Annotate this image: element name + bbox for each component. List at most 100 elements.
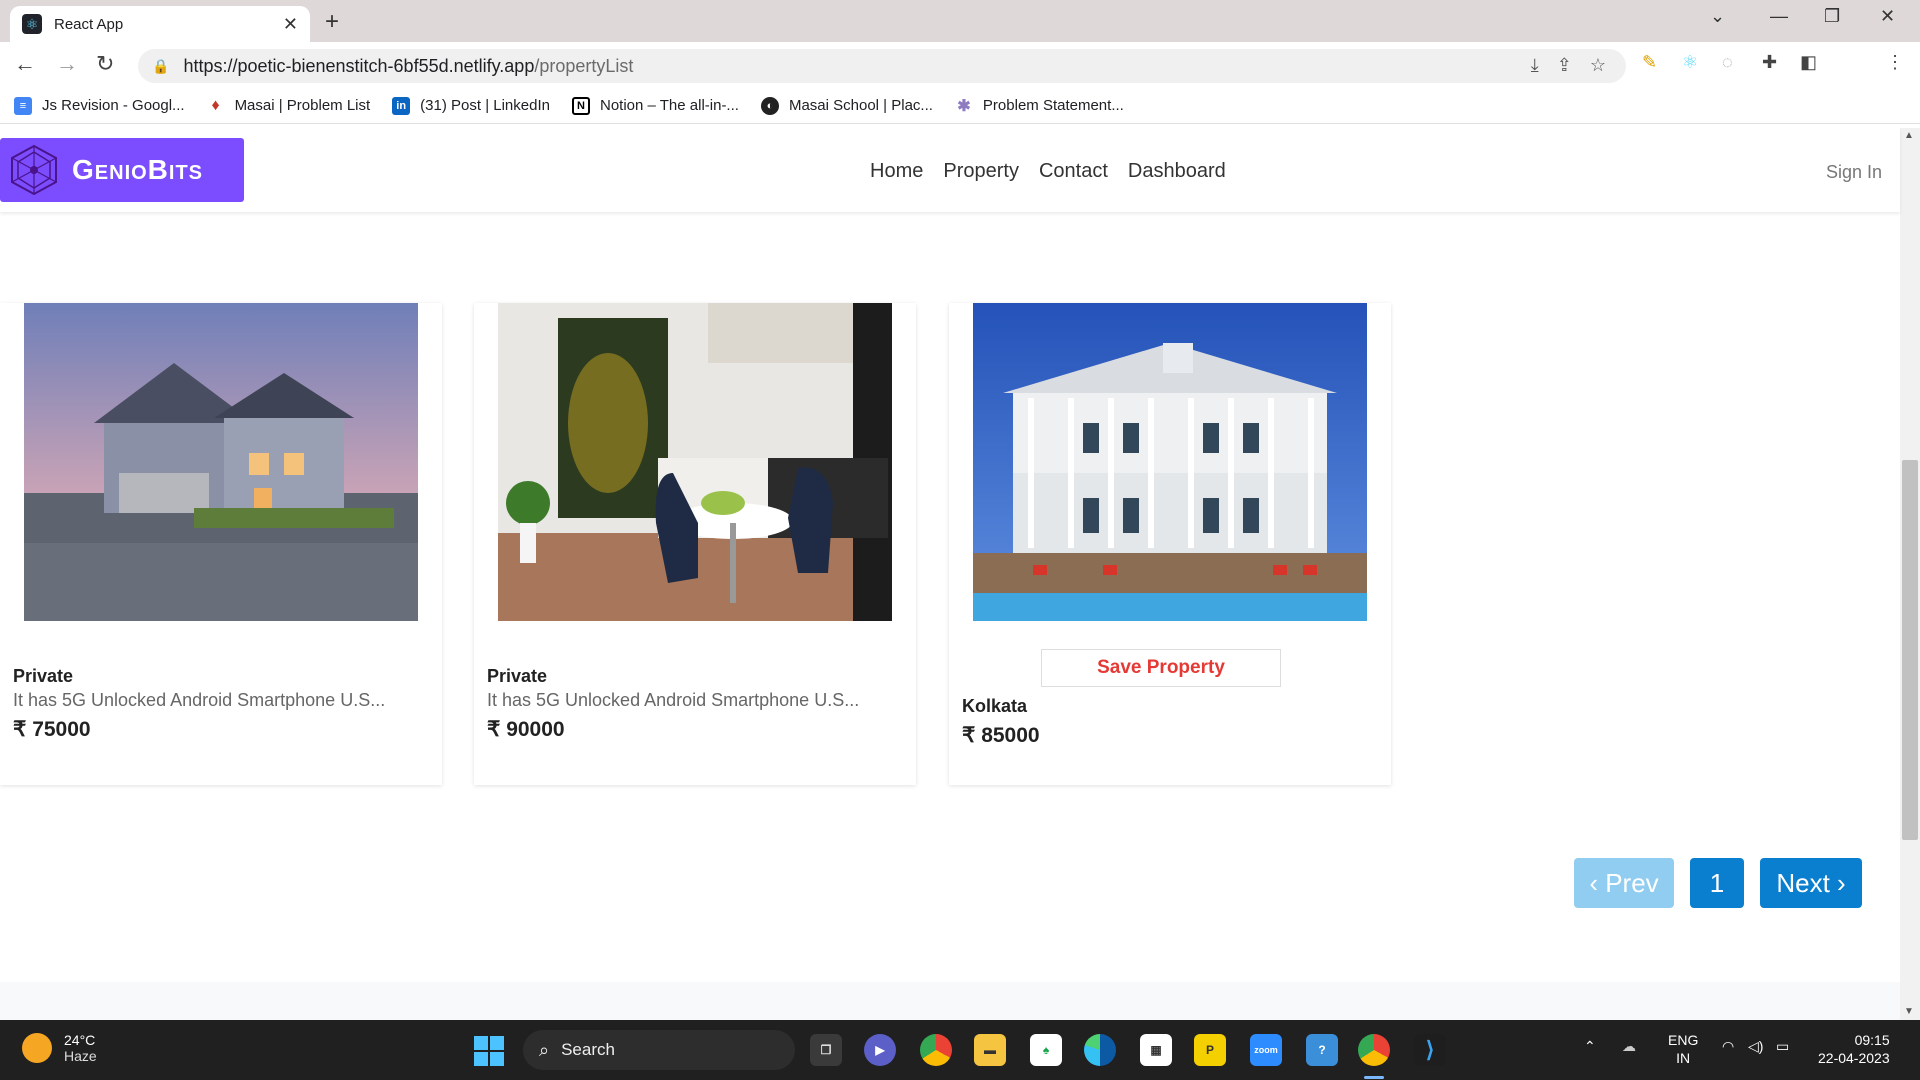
footer-strip — [0, 982, 1900, 1020]
property-card[interactable]: Private It has 5G Unlocked Android Smart… — [474, 303, 916, 785]
nav-home[interactable]: Home — [870, 160, 923, 183]
masai-icon: ♦ — [206, 96, 225, 115]
task-view-icon[interactable]: ❐ — [810, 1034, 842, 1066]
notion-icon: N — [571, 96, 590, 115]
wifi-icon[interactable]: ◠ — [1722, 1038, 1734, 1055]
property-price: ₹ 90000 — [487, 718, 565, 741]
nav-dashboard[interactable]: Dashboard — [1128, 160, 1226, 183]
show-hidden-icons-icon[interactable]: ⌃ — [1584, 1038, 1596, 1055]
active-app-indicator — [1364, 1076, 1384, 1079]
sign-in-link[interactable]: Sign In — [1826, 162, 1882, 183]
edge-icon[interactable] — [1084, 1034, 1116, 1066]
share-icon[interactable]: ⇪ — [1557, 55, 1572, 76]
weather-widget[interactable]: 24°C Haze — [22, 1032, 97, 1064]
browser-tab[interactable]: ⚛ React App ✕ — [10, 6, 310, 42]
extension-circle-icon[interactable]: ◌ — [1722, 52, 1733, 73]
page-viewport: GenioBits Home Property Contact Dashboar… — [0, 128, 1920, 1020]
lock-icon[interactable]: 🔒 — [152, 58, 169, 75]
property-description: It has 5G Unlocked Android Smartphone U.… — [487, 690, 860, 710]
new-tab-button[interactable]: + — [325, 8, 339, 36]
install-app-icon[interactable]: ⤓ — [1531, 55, 1539, 76]
geniobits-logo[interactable]: GenioBits — [0, 138, 244, 202]
linkedin-icon: in — [392, 96, 411, 115]
property-image-mansion[interactable] — [973, 303, 1367, 621]
onedrive-icon[interactable]: ☁ — [1622, 1038, 1636, 1055]
temperature: 24°C — [64, 1032, 96, 1048]
notes-app-icon[interactable]: ♠ — [1030, 1034, 1062, 1066]
back-icon[interactable]: ← — [14, 51, 36, 77]
tab-search-icon[interactable]: ⌄ — [1710, 6, 1725, 27]
tab-title: React App — [54, 15, 124, 33]
windows-start-icon[interactable] — [474, 1036, 504, 1066]
close-window-icon[interactable]: ✕ — [1880, 6, 1895, 27]
property-price: ₹ 85000 — [962, 724, 1040, 747]
bookmark-item[interactable]: ✱ Problem Statement... — [954, 96, 1124, 115]
save-property-button[interactable]: Save Property — [1041, 649, 1281, 687]
postman-like-app-icon[interactable]: P — [1194, 1034, 1226, 1066]
language-indicator[interactable]: ENG IN — [1668, 1031, 1698, 1067]
file-explorer-icon[interactable]: ▬ — [974, 1034, 1006, 1066]
bookmark-item[interactable]: N Notion – The all-in-... — [571, 96, 739, 115]
zoom-icon[interactable]: zoom — [1250, 1034, 1282, 1066]
property-image-house[interactable] — [24, 303, 418, 621]
close-tab-icon[interactable]: ✕ — [283, 14, 298, 35]
property-type: Private — [487, 666, 548, 686]
battery-icon[interactable]: ▭ — [1776, 1038, 1789, 1055]
chrome-icon[interactable] — [920, 1034, 952, 1066]
menu-dots-icon[interactable]: ⋮ — [1886, 52, 1904, 73]
site-header: GenioBits Home Property Contact Dashboar… — [0, 128, 1900, 212]
windows-taskbar: 24°C Haze ⌕ Search ❐ ▶ ▬ ♠ ▦ P zoom ? ⟩ … — [0, 1020, 1920, 1080]
property-location: Kolkata — [962, 696, 1028, 716]
restore-icon[interactable]: ❐ — [1824, 6, 1840, 27]
property-description: It has 5G Unlocked Android Smartphone U.… — [13, 690, 386, 710]
logo-mark-icon — [11, 144, 57, 196]
globe-icon: ◐ — [760, 96, 779, 115]
page-scrollbar[interactable]: ▲ ▼ — [1900, 128, 1920, 1020]
bookmarks-bar: ≡ Js Revision - Googl... ♦ Masai | Problem… — [0, 88, 1920, 124]
logo-text: GenioBits — [72, 154, 204, 185]
address-bar[interactable]: 🔒 https://poetic-bienenstitch-6bf55d.net… — [138, 49, 1626, 83]
bookmark-item[interactable]: ♦ Masai | Problem List — [206, 96, 370, 115]
nav-property[interactable]: Property — [943, 160, 1019, 183]
volume-icon[interactable]: ◁) — [1748, 1038, 1763, 1055]
browser-toolbar: ← → ↻ 🔒 https://poetic-bienenstitch-6bf5… — [0, 42, 1920, 118]
minimize-icon[interactable]: — — [1770, 6, 1788, 27]
search-icon: ⌕ — [539, 1039, 550, 1060]
scroll-down-icon[interactable]: ▼ — [1904, 1006, 1914, 1017]
chrome-active-icon[interactable] — [1358, 1034, 1390, 1066]
scroll-up-icon[interactable]: ▲ — [1904, 130, 1914, 141]
forward-icon[interactable]: → — [56, 51, 78, 77]
prev-page-button[interactable]: ‹ Prev — [1574, 858, 1674, 908]
bookmark-star-icon[interactable]: ☆ — [1590, 55, 1606, 76]
url-text: https://poetic-bienenstitch-6bf55d.netli… — [183, 55, 634, 76]
next-page-button[interactable]: Next › — [1760, 858, 1862, 908]
browser-titlebar: ⚛ React App ✕ + ⌄ — ❐ ✕ — [0, 0, 1920, 42]
taskbar-search[interactable]: ⌕ Search — [523, 1030, 795, 1070]
microsoft-store-icon[interactable]: ▦ — [1140, 1034, 1172, 1066]
bookmark-item[interactable]: ≡ Js Revision - Googl... — [14, 96, 185, 115]
extensions-puzzle-icon[interactable]: ✚ — [1762, 52, 1777, 73]
page-number-button[interactable]: 1 — [1690, 858, 1744, 908]
teams-chat-icon[interactable]: ▶ — [864, 1034, 896, 1066]
nav-contact[interactable]: Contact — [1039, 160, 1108, 183]
property-card[interactable]: Private It has 5G Unlocked Android Smart… — [0, 303, 442, 785]
scrollbar-thumb[interactable] — [1902, 460, 1918, 840]
clock[interactable]: 09:15 22-04-2023 — [1818, 1031, 1890, 1067]
weather-condition: Haze — [64, 1048, 97, 1064]
react-favicon-icon: ⚛ — [22, 14, 42, 34]
bookmark-item[interactable]: in (31) Post | LinkedIn — [392, 96, 550, 115]
side-panel-icon[interactable]: ◧ — [1800, 52, 1817, 73]
bookmark-item[interactable]: ◐ Masai School | Plac... — [760, 96, 933, 115]
property-type: Private — [13, 666, 74, 686]
pen-extension-icon[interactable]: ✎ — [1642, 52, 1657, 73]
problem-statement-icon: ✱ — [954, 96, 973, 115]
property-image-kitchen[interactable] — [498, 303, 892, 621]
property-price: ₹ 75000 — [13, 718, 91, 741]
react-devtools-icon[interactable]: ⚛ — [1682, 52, 1698, 73]
haze-weather-icon — [22, 1033, 52, 1063]
help-app-icon[interactable]: ? — [1306, 1034, 1338, 1066]
vscode-icon[interactable]: ⟩ — [1414, 1034, 1446, 1066]
docs-icon: ≡ — [14, 96, 32, 115]
property-card[interactable]: Save Property Kolkata ₹ 85000 — [949, 303, 1391, 785]
reload-icon[interactable]: ↻ — [96, 51, 114, 77]
